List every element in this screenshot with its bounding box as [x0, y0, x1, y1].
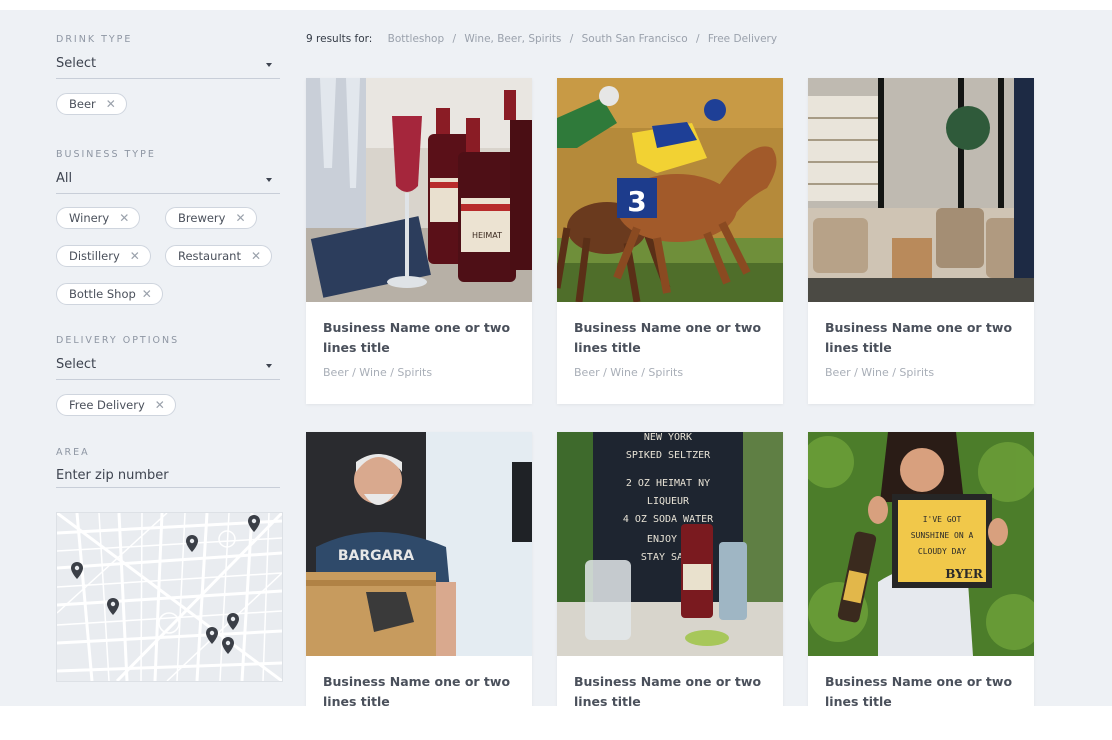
- breadcrumb-item[interactable]: Bottleshop: [388, 33, 444, 45]
- breadcrumb-separator: /: [452, 33, 457, 45]
- map-pin-icon[interactable]: [107, 598, 119, 615]
- close-icon[interactable]: ✕: [251, 246, 261, 266]
- chip-brewery: Brewery ✕: [165, 207, 257, 229]
- sign-logo: BYER: [945, 567, 984, 581]
- chip-restaurant: Restaurant ✕: [165, 245, 273, 267]
- card-tags: Beer / Wine / Spirits: [323, 366, 433, 379]
- sign-line: CLOUDY DAY: [918, 547, 966, 556]
- results-summary: 9 results for: Bottleshop / Wine, Beer, …: [306, 33, 777, 45]
- business-card[interactable]: HEIMAT Business Name one or two lines ti…: [306, 78, 532, 404]
- horse-racing-photo: 3: [557, 78, 783, 302]
- seltzer-board-photo: NEW YORK SPIKED SELTZER 2 OZ HEIMAT NY L…: [557, 432, 783, 656]
- jersey-number: 3: [627, 185, 646, 218]
- board-line: 4 OZ SODA WATER: [623, 514, 714, 525]
- woman-with-sign-photo: I'VE GOT SUNSHINE ON A CLOUDY DAY BYER: [808, 432, 1034, 656]
- business-card[interactable]: BARGARA Business Name one or two lines t…: [306, 432, 532, 706]
- breadcrumb-item[interactable]: Free Delivery: [708, 33, 777, 45]
- lounge-interior-photo: [808, 78, 1034, 302]
- chevron-down-icon: [266, 63, 272, 67]
- business-type-dropdown[interactable]: All: [56, 169, 280, 194]
- close-icon[interactable]: ✕: [155, 395, 165, 415]
- chip-label: Distillery: [69, 249, 120, 263]
- bottle-label-text: HEIMAT: [472, 231, 502, 240]
- delivery-options-value: Select: [56, 357, 97, 372]
- man-with-box-photo: BARGARA: [306, 432, 532, 656]
- business-card[interactable]: NEW YORK SPIKED SELTZER 2 OZ HEIMAT NY L…: [557, 432, 783, 706]
- chip-label: Restaurant: [178, 249, 241, 263]
- map-pin-icon[interactable]: [206, 627, 218, 644]
- card-title: Business Name one or two lines title: [574, 320, 762, 355]
- card-title: Business Name one or two lines title: [323, 674, 511, 706]
- card-title: Business Name one or two lines title: [825, 674, 1013, 706]
- business-card[interactable]: 3 Business Name one or two lines title B…: [557, 78, 783, 404]
- chip-label: Winery: [69, 211, 110, 225]
- close-icon[interactable]: ✕: [130, 246, 140, 266]
- drink-type-dropdown[interactable]: Select: [56, 54, 280, 79]
- close-icon[interactable]: ✕: [235, 208, 245, 228]
- results-count: 9 results for:: [306, 33, 373, 45]
- map-pin-icon[interactable]: [186, 535, 198, 552]
- card-title: Business Name one or two lines title: [574, 674, 762, 706]
- delivery-options-dropdown[interactable]: Select: [56, 355, 280, 380]
- close-icon[interactable]: ✕: [142, 284, 152, 304]
- board-line: SPIKED SELTZER: [626, 450, 711, 461]
- map-pin-icon[interactable]: [248, 515, 260, 532]
- map-pin-icon[interactable]: [222, 637, 234, 654]
- chip-label: Beer: [69, 97, 96, 111]
- drink-type-value: Select: [56, 56, 97, 71]
- breadcrumb-item[interactable]: South San Francisco: [582, 33, 688, 45]
- breadcrumb-separator: /: [695, 33, 700, 45]
- card-tags: Beer / Wine / Spirits: [574, 366, 684, 379]
- map-streets: [57, 513, 282, 681]
- sign-line: SUNSHINE ON A: [911, 531, 974, 540]
- close-icon[interactable]: ✕: [106, 94, 116, 114]
- zip-input[interactable]: [56, 463, 280, 488]
- business-card[interactable]: Business Name one or two lines title Bee…: [808, 78, 1034, 404]
- board-line: 2 OZ HEIMAT NY: [626, 478, 710, 489]
- chip-label: Brewery: [178, 211, 226, 225]
- card-title: Business Name one or two lines title: [323, 320, 511, 355]
- chip-free-delivery: Free Delivery ✕: [56, 394, 176, 416]
- chevron-down-icon: [266, 364, 272, 368]
- chip-label: Free Delivery: [69, 398, 145, 412]
- chip-beer: Beer ✕: [56, 93, 127, 115]
- delivery-options-label: DELIVERY OPTIONS: [56, 335, 180, 346]
- board-line: LIQUEUR: [647, 496, 690, 507]
- chevron-down-icon: [266, 178, 272, 182]
- sign-line: I'VE GOT: [923, 515, 962, 524]
- business-type-value: All: [56, 171, 73, 186]
- chip-distillery: Distillery ✕: [56, 245, 151, 267]
- map-pin-icon[interactable]: [227, 613, 239, 630]
- map-pin-icon[interactable]: [71, 562, 83, 579]
- area-label: AREA: [56, 447, 90, 458]
- chip-bottle-shop: Bottle Shop ✕: [56, 283, 163, 305]
- card-title: Business Name one or two lines title: [825, 320, 1013, 355]
- area-map[interactable]: [56, 512, 283, 682]
- breadcrumb-separator: /: [569, 33, 574, 45]
- chip-label: Bottle Shop: [69, 287, 136, 301]
- card-tags: Beer / Wine / Spirits: [825, 366, 935, 379]
- shirt-text: BARGARA: [338, 548, 414, 564]
- business-card[interactable]: I'VE GOT SUNSHINE ON A CLOUDY DAY BYER B…: [808, 432, 1034, 706]
- page: DRINK TYPE Select Beer ✕ BUSINESS TYPE Al…: [0, 10, 1112, 706]
- business-type-label: BUSINESS TYPE: [56, 149, 156, 160]
- close-icon[interactable]: ✕: [119, 208, 129, 228]
- breadcrumb-item[interactable]: Wine, Beer, Spirits: [464, 33, 561, 45]
- wine-bottles-photo: HEIMAT: [306, 78, 532, 302]
- drink-type-label: DRINK TYPE: [56, 34, 133, 45]
- board-line: NEW YORK: [644, 432, 692, 443]
- chip-winery: Winery ✕: [56, 207, 141, 229]
